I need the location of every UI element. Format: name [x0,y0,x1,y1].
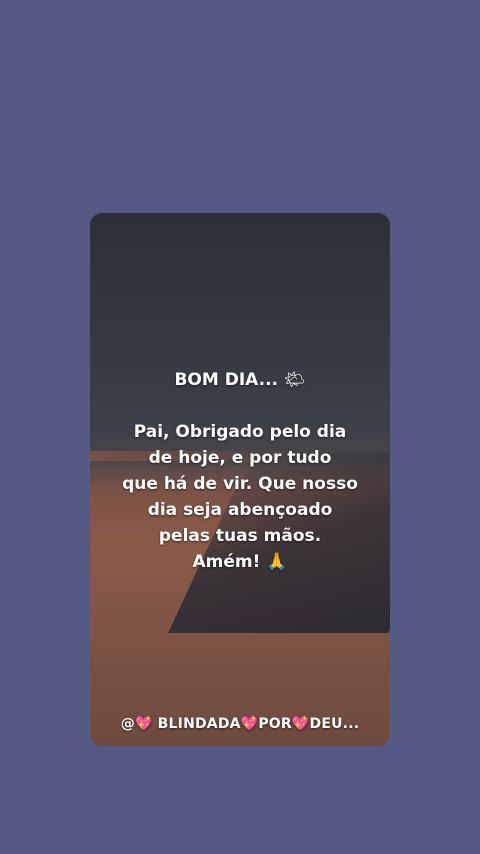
heart-icon: 💖 [134,716,153,732]
post-message: BOM DIA... 🌤 Pai, Obrigado pelo dia de h… [90,367,390,575]
closing-line: Amém! 🙏 [90,549,390,575]
greeting-line: BOM DIA... 🌤 [90,367,390,393]
heart-icon: 💖 [240,716,259,732]
author-handle[interactable]: @💖 BLINDADA💖POR💖DEU... [90,716,390,732]
screen: BOM DIA... 🌤 Pai, Obrigado pelo dia de h… [0,0,480,854]
message-line-3: que há de vir. Que nosso [122,474,358,494]
heart-icon: 💖 [291,716,310,732]
greeting-text: BOM DIA... [174,370,278,390]
closing-text: Amém! [192,552,261,572]
handle-part-3: DEU... [309,716,360,732]
message-line-1: Pai, Obrigado pelo dia [133,422,347,442]
handle-prefix: @ [120,716,135,732]
handle-part-1: BLINDADA [157,716,241,732]
message-line-5: pelas tuas mãos. [158,526,322,546]
post-card[interactable]: BOM DIA... 🌤 Pai, Obrigado pelo dia de h… [90,213,390,746]
message-line-2: de hoje, e por tudo [148,448,332,468]
message-line-4: dia seja abençoado [147,500,333,520]
sun-behind-cloud-icon: 🌤 [283,370,306,390]
handle-part-2: POR [258,716,292,732]
praying-hands-icon: 🙏 [266,552,288,572]
